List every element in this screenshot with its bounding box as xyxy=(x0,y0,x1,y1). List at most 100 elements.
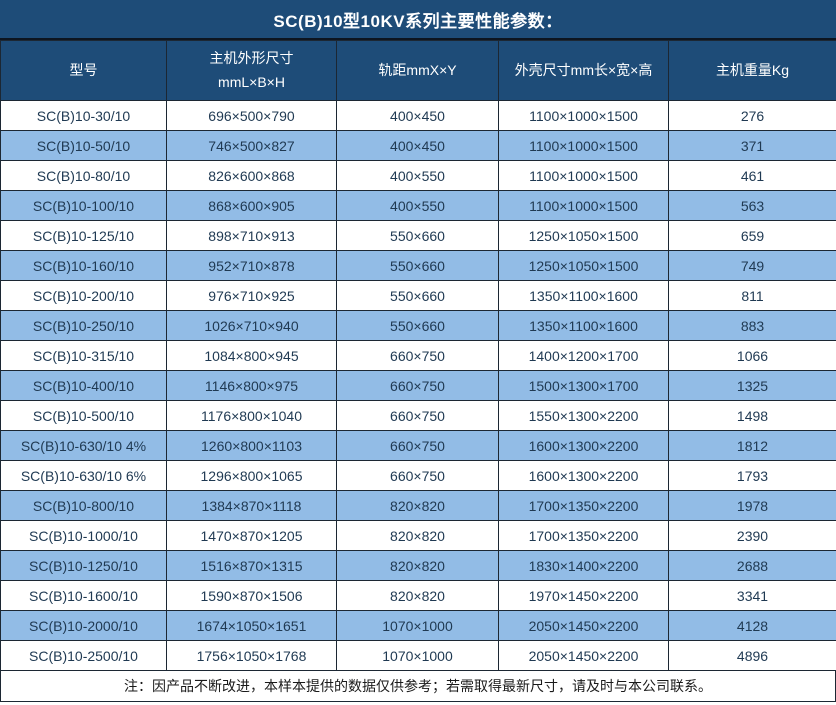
table-cell: 1070×1000 xyxy=(337,611,499,641)
column-header-main-unit-weight: 主机重量Kg xyxy=(669,41,836,101)
table-cell: 820×820 xyxy=(337,551,499,581)
table-cell: 1084×800×945 xyxy=(167,341,337,371)
column-header-label: 轨距mmX×Y xyxy=(378,62,456,78)
table-row: SC(B)10-1000/101470×870×1205820×8201700×… xyxy=(1,521,836,551)
table-cell: 660×750 xyxy=(337,431,499,461)
column-header-label: 主机外形尺寸 xyxy=(167,47,336,71)
table-cell: SC(B)10-80/10 xyxy=(1,161,167,191)
table-cell: 746×500×827 xyxy=(167,131,337,161)
table-cell: 550×660 xyxy=(337,251,499,281)
table-cell: 1674×1050×1651 xyxy=(167,611,337,641)
table-cell: 400×450 xyxy=(337,101,499,131)
column-header-sublabel: mmL×B×H xyxy=(167,71,336,95)
table-cell: 1350×1100×1600 xyxy=(499,281,669,311)
table-row: SC(B)10-1600/101590×870×1506820×8201970×… xyxy=(1,581,836,611)
table-cell: SC(B)10-630/10 6% xyxy=(1,461,167,491)
table-cell: 898×710×913 xyxy=(167,221,337,251)
table-row: SC(B)10-630/10 6%1296×800×1065660×750160… xyxy=(1,461,836,491)
table-cell: 1100×1000×1500 xyxy=(499,131,669,161)
spec-sheet-page: SC(B)10型10KV系列主要性能参数： 型号 主机外形尺寸 mmL×B×H … xyxy=(0,0,836,705)
table-cell: 371 xyxy=(669,131,836,161)
table-row: SC(B)10-2500/101756×1050×17681070×100020… xyxy=(1,641,836,671)
table-cell: 1793 xyxy=(669,461,836,491)
table-cell: 2688 xyxy=(669,551,836,581)
table-cell: 1100×1000×1500 xyxy=(499,161,669,191)
footnote: 注：因产品不断改进，本样本提供的数据仅供参考；若需取得最新尺寸，请及时与本公司联… xyxy=(0,671,836,702)
table-cell: 4128 xyxy=(669,611,836,641)
table-cell: 550×660 xyxy=(337,281,499,311)
table-cell: SC(B)10-800/10 xyxy=(1,491,167,521)
table-cell: 4896 xyxy=(669,641,836,671)
table-cell: 1498 xyxy=(669,401,836,431)
table-cell: SC(B)10-1600/10 xyxy=(1,581,167,611)
column-header-model: 型号 xyxy=(1,41,167,101)
table-cell: SC(B)10-160/10 xyxy=(1,251,167,281)
table-cell: 820×820 xyxy=(337,581,499,611)
table-row: SC(B)10-80/10826×600×868400×5501100×1000… xyxy=(1,161,836,191)
table-row: SC(B)10-125/10898×710×913550×6601250×105… xyxy=(1,221,836,251)
table-cell: SC(B)10-100/10 xyxy=(1,191,167,221)
table-cell: 1600×1300×2200 xyxy=(499,431,669,461)
table-cell: 400×550 xyxy=(337,191,499,221)
table-cell: 1470×870×1205 xyxy=(167,521,337,551)
table-cell: 400×550 xyxy=(337,161,499,191)
table-cell: SC(B)10-250/10 xyxy=(1,311,167,341)
table-cell: 1250×1050×1500 xyxy=(499,221,669,251)
spec-table: 型号 主机外形尺寸 mmL×B×H 轨距mmX×Y 外壳尺寸mm长×宽×高 主机… xyxy=(0,40,836,671)
table-row: SC(B)10-100/10868×600×905400×5501100×100… xyxy=(1,191,836,221)
table-cell: 1070×1000 xyxy=(337,641,499,671)
table-cell: 1325 xyxy=(669,371,836,401)
column-header-label: 主机重量Kg xyxy=(716,62,789,78)
table-cell: 1590×870×1506 xyxy=(167,581,337,611)
table-row: SC(B)10-50/10746×500×827400×4501100×1000… xyxy=(1,131,836,161)
column-header-rail-gauge: 轨距mmX×Y xyxy=(337,41,499,101)
column-header-main-unit-dimensions: 主机外形尺寸 mmL×B×H xyxy=(167,41,337,101)
table-cell: 952×710×878 xyxy=(167,251,337,281)
table-cell: 2050×1450×2200 xyxy=(499,611,669,641)
table-cell: SC(B)10-630/10 4% xyxy=(1,431,167,461)
table-cell: 811 xyxy=(669,281,836,311)
table-cell: SC(B)10-315/10 xyxy=(1,341,167,371)
table-cell: 868×600×905 xyxy=(167,191,337,221)
table-cell: 2390 xyxy=(669,521,836,551)
table-cell: 1250×1050×1500 xyxy=(499,251,669,281)
table-cell: 550×660 xyxy=(337,221,499,251)
table-row: SC(B)10-800/101384×870×1118820×8201700×1… xyxy=(1,491,836,521)
table-header-row: 型号 主机外形尺寸 mmL×B×H 轨距mmX×Y 外壳尺寸mm长×宽×高 主机… xyxy=(1,41,836,101)
column-header-label: 型号 xyxy=(70,62,98,78)
table-cell: 1756×1050×1768 xyxy=(167,641,337,671)
table-cell: 563 xyxy=(669,191,836,221)
table-cell: 1100×1000×1500 xyxy=(499,101,669,131)
table-cell: 2050×1450×2200 xyxy=(499,641,669,671)
table-cell: 883 xyxy=(669,311,836,341)
table-cell: 660×750 xyxy=(337,461,499,491)
table-cell: 976×710×925 xyxy=(167,281,337,311)
table-cell: 1550×1300×2200 xyxy=(499,401,669,431)
table-cell: SC(B)10-200/10 xyxy=(1,281,167,311)
table-cell: 1978 xyxy=(669,491,836,521)
table-cell: 1026×710×940 xyxy=(167,311,337,341)
table-cell: 1970×1450×2200 xyxy=(499,581,669,611)
table-cell: 1384×870×1118 xyxy=(167,491,337,521)
table-cell: 1812 xyxy=(669,431,836,461)
table-cell: 820×820 xyxy=(337,491,499,521)
table-row: SC(B)10-30/10696×500×790400×4501100×1000… xyxy=(1,101,836,131)
table-cell: SC(B)10-500/10 xyxy=(1,401,167,431)
table-cell: SC(B)10-2500/10 xyxy=(1,641,167,671)
table-cell: SC(B)10-1000/10 xyxy=(1,521,167,551)
table-row: SC(B)10-315/101084×800×945660×7501400×12… xyxy=(1,341,836,371)
table-cell: 820×820 xyxy=(337,521,499,551)
table-cell: 1400×1200×1700 xyxy=(499,341,669,371)
column-header-label: 外壳尺寸mm长×宽×高 xyxy=(515,62,653,78)
table-cell: 660×750 xyxy=(337,371,499,401)
table-row: SC(B)10-400/101146×800×975660×7501500×13… xyxy=(1,371,836,401)
table-cell: 3341 xyxy=(669,581,836,611)
table-cell: 1176×800×1040 xyxy=(167,401,337,431)
table-cell: 1500×1300×1700 xyxy=(499,371,669,401)
table-cell: 1830×1400×2200 xyxy=(499,551,669,581)
table-row: SC(B)10-1250/101516×870×1315820×8201830×… xyxy=(1,551,836,581)
table-cell: 660×750 xyxy=(337,401,499,431)
table-cell: SC(B)10-125/10 xyxy=(1,221,167,251)
table-cell: SC(B)10-50/10 xyxy=(1,131,167,161)
table-cell: 400×450 xyxy=(337,131,499,161)
